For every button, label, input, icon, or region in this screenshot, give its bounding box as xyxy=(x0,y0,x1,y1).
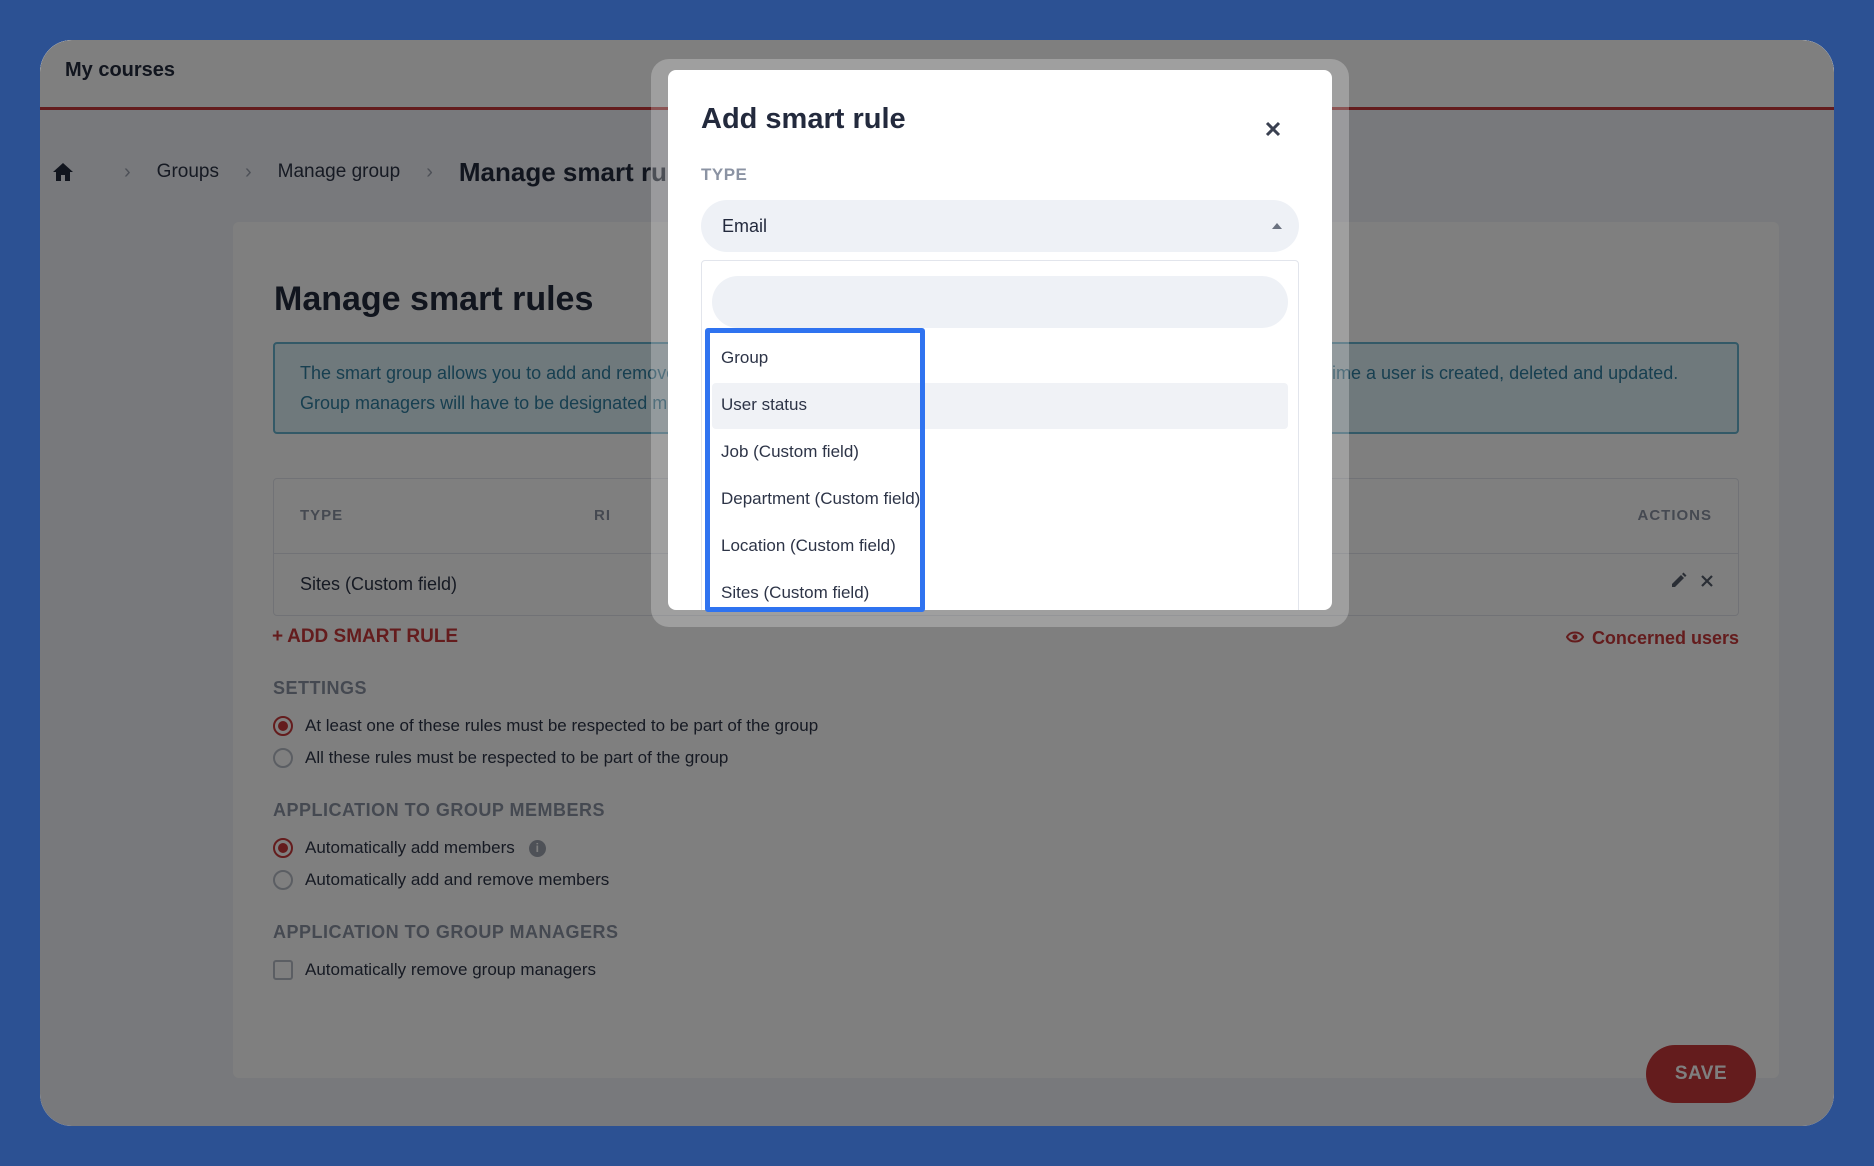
type-select-value: Email xyxy=(722,216,768,236)
modal-title: Add smart rule xyxy=(701,103,906,135)
dropdown-search-input[interactable] xyxy=(712,276,1288,328)
type-label: TYPE xyxy=(701,165,748,184)
close-icon[interactable] xyxy=(1259,115,1287,143)
caret-up-icon xyxy=(1272,223,1282,229)
type-select[interactable]: Email xyxy=(701,200,1299,252)
highlight-box xyxy=(705,328,925,612)
